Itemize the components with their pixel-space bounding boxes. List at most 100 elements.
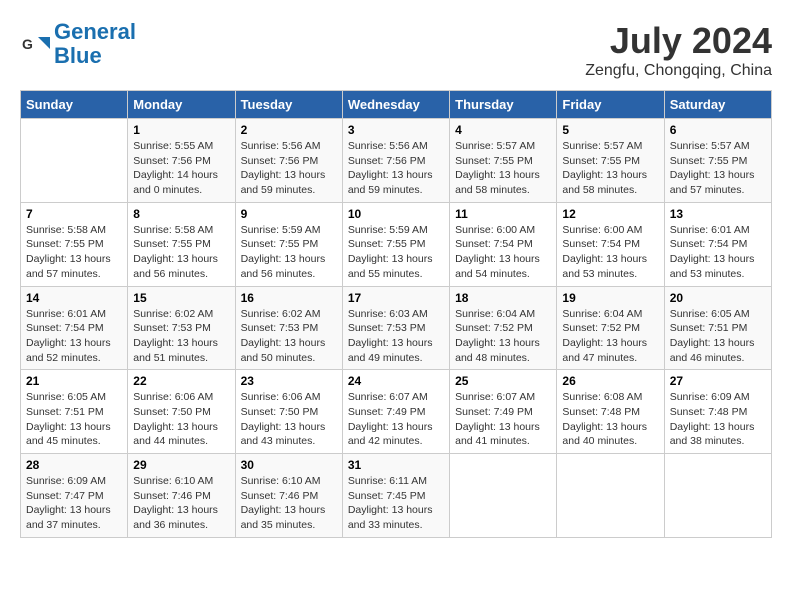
day-number: 28	[26, 458, 122, 472]
day-info: Sunrise: 6:11 AMSunset: 7:45 PMDaylight:…	[348, 474, 444, 533]
calendar-cell: 10 Sunrise: 5:59 AMSunset: 7:55 PMDayligh…	[342, 202, 449, 286]
calendar-cell: 14Sunrise: 6:01 AMSunset: 7:54 PMDayligh…	[21, 286, 128, 370]
page-header: G General Blue July 2024 Zengfu, Chongqi…	[20, 20, 772, 80]
day-info: Sunrise: 6:09 AMSunset: 7:48 PMDaylight:…	[670, 390, 766, 449]
day-number: 10	[348, 207, 444, 221]
column-header-wednesday: Wednesday	[342, 91, 449, 119]
day-info: Sunrise: 6:10 AMSunset: 7:46 PMDaylight:…	[133, 474, 229, 533]
day-number: 8	[133, 207, 229, 221]
day-number: 6	[670, 123, 766, 137]
calendar-cell: 19Sunrise: 6:04 AMSunset: 7:52 PMDayligh…	[557, 286, 664, 370]
calendar-cell: 22Sunrise: 6:06 AMSunset: 7:50 PMDayligh…	[128, 370, 235, 454]
calendar-cell: 18 Sunrise: 6:04 AMSunset: 7:52 PMDayligh…	[450, 286, 557, 370]
week-row-4: 21 Sunrise: 6:05 AMSunset: 7:51 PMDayligh…	[21, 370, 772, 454]
day-info: Sunrise: 5:59 AMSunset: 7:55 PMDaylight:…	[348, 223, 444, 282]
column-header-thursday: Thursday	[450, 91, 557, 119]
day-info: Sunrise: 6:00 AMSunset: 7:54 PMDaylight:…	[455, 223, 551, 282]
column-header-tuesday: Tuesday	[235, 91, 342, 119]
day-info: Sunrise: 6:05 AMSunset: 7:51 PMDaylight:…	[26, 390, 122, 449]
day-number: 4	[455, 123, 551, 137]
day-info: Sunrise: 5:56 AMSunset: 7:56 PMDaylight:…	[241, 139, 337, 198]
calendar-cell: 1 Sunrise: 5:55 AMSunset: 7:56 PMDaylight…	[128, 119, 235, 203]
week-row-3: 14Sunrise: 6:01 AMSunset: 7:54 PMDayligh…	[21, 286, 772, 370]
day-info: Sunrise: 5:57 AMSunset: 7:55 PMDaylight:…	[670, 139, 766, 198]
calendar-cell: 12 Sunrise: 6:00 AMSunset: 7:54 PMDayligh…	[557, 202, 664, 286]
calendar-cell: 3Sunrise: 5:56 AMSunset: 7:56 PMDaylight…	[342, 119, 449, 203]
calendar-cell: 24 Sunrise: 6:07 AMSunset: 7:49 PMDayligh…	[342, 370, 449, 454]
day-info: Sunrise: 5:58 AMSunset: 7:55 PMDaylight:…	[26, 223, 122, 282]
day-info: Sunrise: 6:09 AMSunset: 7:47 PMDaylight:…	[26, 474, 122, 533]
day-number: 31	[348, 458, 444, 472]
day-info: Sunrise: 6:06 AMSunset: 7:50 PMDaylight:…	[241, 390, 337, 449]
calendar-cell: 28 Sunrise: 6:09 AMSunset: 7:47 PMDayligh…	[21, 454, 128, 538]
day-info: Sunrise: 5:55 AMSunset: 7:56 PMDaylight:…	[133, 139, 229, 198]
logo-text: General Blue	[54, 20, 136, 68]
day-info: Sunrise: 6:04 AMSunset: 7:52 PMDaylight:…	[455, 307, 551, 366]
day-number: 20	[670, 291, 766, 305]
calendar-cell: 8Sunrise: 5:58 AMSunset: 7:55 PMDaylight…	[128, 202, 235, 286]
day-info: Sunrise: 6:01 AMSunset: 7:54 PMDaylight:…	[670, 223, 766, 282]
calendar-cell: 30Sunrise: 6:10 AMSunset: 7:46 PMDayligh…	[235, 454, 342, 538]
calendar-cell	[450, 454, 557, 538]
day-number: 30	[241, 458, 337, 472]
day-info: Sunrise: 5:57 AMSunset: 7:55 PMDaylight:…	[562, 139, 658, 198]
calendar-cell: 26Sunrise: 6:08 AMSunset: 7:48 PMDayligh…	[557, 370, 664, 454]
day-info: Sunrise: 6:08 AMSunset: 7:48 PMDaylight:…	[562, 390, 658, 449]
day-info: Sunrise: 6:07 AMSunset: 7:49 PMDaylight:…	[455, 390, 551, 449]
day-number: 18	[455, 291, 551, 305]
day-number: 1	[133, 123, 229, 137]
calendar-table: SundayMondayTuesdayWednesdayThursdayFrid…	[20, 90, 772, 538]
day-number: 16	[241, 291, 337, 305]
column-header-saturday: Saturday	[664, 91, 771, 119]
calendar-cell: 6 Sunrise: 5:57 AMSunset: 7:55 PMDaylight…	[664, 119, 771, 203]
calendar-cell	[21, 119, 128, 203]
day-number: 21	[26, 374, 122, 388]
day-number: 17	[348, 291, 444, 305]
day-info: Sunrise: 6:07 AMSunset: 7:49 PMDaylight:…	[348, 390, 444, 449]
calendar-cell: 15 Sunrise: 6:02 AMSunset: 7:53 PMDayligh…	[128, 286, 235, 370]
day-number: 27	[670, 374, 766, 388]
column-header-sunday: Sunday	[21, 91, 128, 119]
day-number: 29	[133, 458, 229, 472]
calendar-cell: 20Sunrise: 6:05 AMSunset: 7:51 PMDayligh…	[664, 286, 771, 370]
svg-text:G: G	[22, 36, 33, 52]
location: Zengfu, Chongqing, China	[585, 62, 772, 80]
calendar-cell: 31 Sunrise: 6:11 AMSunset: 7:45 PMDayligh…	[342, 454, 449, 538]
day-info: Sunrise: 6:02 AMSunset: 7:53 PMDaylight:…	[133, 307, 229, 366]
day-info: Sunrise: 6:01 AMSunset: 7:54 PMDaylight:…	[26, 307, 122, 366]
day-number: 12	[562, 207, 658, 221]
week-row-1: 1 Sunrise: 5:55 AMSunset: 7:56 PMDaylight…	[21, 119, 772, 203]
day-number: 23	[241, 374, 337, 388]
calendar-cell: 25Sunrise: 6:07 AMSunset: 7:49 PMDayligh…	[450, 370, 557, 454]
day-number: 11	[455, 207, 551, 221]
day-info: Sunrise: 5:57 AMSunset: 7:55 PMDaylight:…	[455, 139, 551, 198]
week-row-5: 28 Sunrise: 6:09 AMSunset: 7:47 PMDayligh…	[21, 454, 772, 538]
day-number: 24	[348, 374, 444, 388]
day-number: 22	[133, 374, 229, 388]
calendar-cell: 9Sunrise: 5:59 AMSunset: 7:55 PMDaylight…	[235, 202, 342, 286]
month-title: July 2024	[585, 20, 772, 62]
day-info: Sunrise: 6:02 AMSunset: 7:53 PMDaylight:…	[241, 307, 337, 366]
day-number: 9	[241, 207, 337, 221]
calendar-cell: 7Sunrise: 5:58 AMSunset: 7:55 PMDaylight…	[21, 202, 128, 286]
calendar-cell: 5 Sunrise: 5:57 AMSunset: 7:55 PMDaylight…	[557, 119, 664, 203]
day-number: 15	[133, 291, 229, 305]
calendar-cell: 13 Sunrise: 6:01 AMSunset: 7:54 PMDayligh…	[664, 202, 771, 286]
calendar-cell: 17 Sunrise: 6:03 AMSunset: 7:53 PMDayligh…	[342, 286, 449, 370]
header-row: SundayMondayTuesdayWednesdayThursdayFrid…	[21, 91, 772, 119]
calendar-cell: 16 Sunrise: 6:02 AMSunset: 7:53 PMDayligh…	[235, 286, 342, 370]
calendar-cell	[557, 454, 664, 538]
day-info: Sunrise: 6:03 AMSunset: 7:53 PMDaylight:…	[348, 307, 444, 366]
day-info: Sunrise: 6:00 AMSunset: 7:54 PMDaylight:…	[562, 223, 658, 282]
column-header-friday: Friday	[557, 91, 664, 119]
day-number: 13	[670, 207, 766, 221]
calendar-cell: 11 Sunrise: 6:00 AMSunset: 7:54 PMDayligh…	[450, 202, 557, 286]
calendar-cell: 4 Sunrise: 5:57 AMSunset: 7:55 PMDaylight…	[450, 119, 557, 203]
column-header-monday: Monday	[128, 91, 235, 119]
day-number: 5	[562, 123, 658, 137]
calendar-cell: 23 Sunrise: 6:06 AMSunset: 7:50 PMDayligh…	[235, 370, 342, 454]
title-block: July 2024 Zengfu, Chongqing, China	[585, 20, 772, 80]
calendar-cell: 29 Sunrise: 6:10 AMSunset: 7:46 PMDayligh…	[128, 454, 235, 538]
day-info: Sunrise: 6:04 AMSunset: 7:52 PMDaylight:…	[562, 307, 658, 366]
day-info: Sunrise: 5:56 AMSunset: 7:56 PMDaylight:…	[348, 139, 444, 198]
